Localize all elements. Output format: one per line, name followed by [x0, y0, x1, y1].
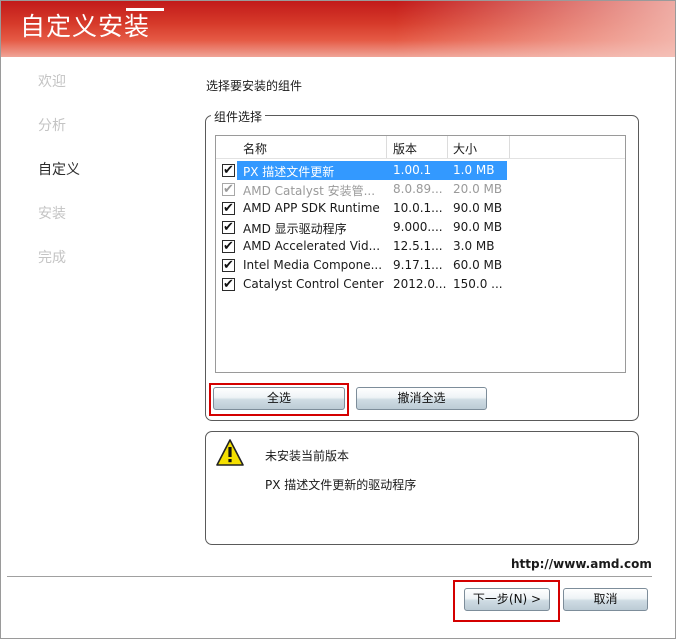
component-version: 9.000.... — [393, 220, 443, 234]
component-checkbox[interactable] — [222, 275, 235, 295]
deselect-all-button[interactable]: 撤消全选 — [356, 387, 487, 410]
list-header: 名称 版本 大小 — [216, 136, 625, 159]
component-size: 3.0 MB — [453, 239, 495, 253]
component-name: AMD 显示驱动程序 — [243, 222, 347, 236]
table-row[interactable]: PX 描述文件更新 1.00.1 1.0 MB — [216, 161, 625, 181]
component-size: 1.0 MB — [453, 163, 495, 177]
component-group-label: 组件选择 — [211, 108, 266, 125]
warning-icon — [216, 439, 244, 466]
cancel-button[interactable]: 取消 — [563, 588, 648, 611]
component-name: PX 描述文件更新 — [243, 165, 335, 179]
table-row[interactable]: AMD APP SDK Runtime 10.0.1... 90.0 MB — [216, 199, 625, 219]
next-button[interactable]: 下一步(N) > — [464, 588, 550, 611]
info-title: 未安装当前版本 — [265, 449, 350, 463]
step-welcome: 欢迎 — [38, 74, 66, 90]
component-size: 60.0 MB — [453, 258, 503, 272]
component-name: AMD Catalyst 安装管... — [243, 184, 376, 198]
step-customize: 自定义 — [38, 162, 80, 178]
component-list[interactable]: 名称 版本 大小 PX 描述文件更新 1.00.1 1.0 MB AMD Cat… — [215, 135, 626, 373]
column-header-size[interactable]: 大小 — [453, 140, 477, 157]
component-size: 150.0 ... — [453, 277, 503, 291]
component-name: AMD Accelerated Vid... — [243, 239, 381, 253]
component-checkbox — [222, 180, 235, 200]
installer-window: 自定义安装 欢迎 分析 自定义 安装 完成 选择要安装的组件 组件选择 名称 版… — [0, 0, 676, 639]
column-header-name[interactable]: 名称 — [243, 140, 267, 157]
info-description: PX 描述文件更新的驱动程序 — [265, 478, 417, 492]
component-name: Intel Media Compone... — [243, 258, 383, 272]
table-row[interactable]: AMD 显示驱动程序 9.000.... 90.0 MB — [216, 218, 625, 238]
vendor-url[interactable]: http://www.amd.com — [511, 557, 652, 571]
component-version: 12.5.1... — [393, 239, 443, 253]
component-version: 8.0.89... — [393, 182, 443, 196]
component-name: AMD APP SDK Runtime — [243, 201, 380, 215]
table-row[interactable]: Catalyst Control Center 2012.0... 150.0 … — [216, 275, 625, 295]
step-finish: 完成 — [38, 250, 66, 266]
component-checkbox[interactable] — [222, 237, 235, 257]
column-separator[interactable] — [447, 136, 448, 158]
component-checkbox[interactable] — [222, 218, 235, 238]
footer-divider — [7, 576, 652, 577]
component-size: 90.0 MB — [453, 201, 503, 215]
component-version: 1.00.1 — [393, 163, 432, 177]
table-row: AMD Catalyst 安装管... 8.0.89... 20.0 MB — [216, 180, 625, 200]
column-separator[interactable] — [386, 136, 387, 158]
page-subtitle: 选择要安装的组件 — [206, 79, 303, 93]
step-install: 安装 — [38, 206, 66, 222]
component-checkbox[interactable] — [222, 199, 235, 219]
component-size: 90.0 MB — [453, 220, 503, 234]
table-row[interactable]: AMD Accelerated Vid... 12.5.1... 3.0 MB — [216, 237, 625, 257]
column-header-version[interactable]: 版本 — [393, 140, 417, 157]
component-checkbox[interactable] — [222, 161, 235, 181]
title-accent-line — [126, 8, 164, 11]
step-analysis: 分析 — [38, 118, 66, 134]
column-separator[interactable] — [509, 136, 510, 158]
table-row[interactable]: Intel Media Compone... 9.17.1... 60.0 MB — [216, 256, 625, 276]
component-version: 9.17.1... — [393, 258, 443, 272]
select-all-button[interactable]: 全选 — [213, 387, 345, 410]
window-title: 自定义安装 — [20, 12, 151, 41]
component-size: 20.0 MB — [453, 182, 503, 196]
component-checkbox[interactable] — [222, 256, 235, 276]
component-version: 10.0.1... — [393, 201, 443, 215]
component-version: 2012.0... — [393, 277, 447, 291]
component-name: Catalyst Control Center — [243, 277, 384, 291]
